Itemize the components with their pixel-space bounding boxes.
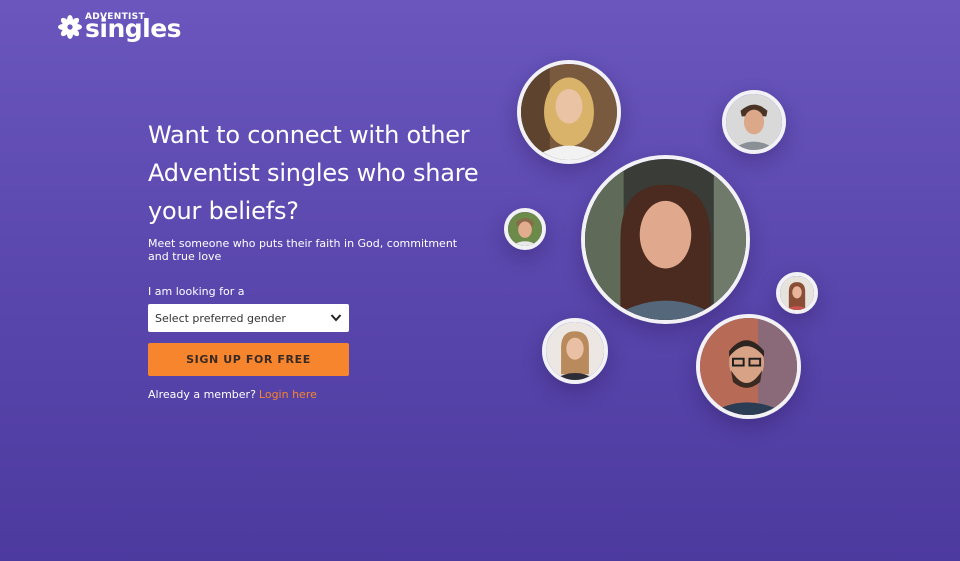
- member-photo-2: [722, 90, 786, 154]
- member-photo-6: [542, 318, 608, 384]
- member-photo-7: [696, 314, 801, 419]
- gender-select-value: Select preferred gender: [155, 311, 286, 325]
- member-photo-1: [517, 60, 621, 164]
- site-logo[interactable]: ADVENTIST singles: [58, 12, 205, 42]
- logo-main-text: singles: [85, 14, 182, 43]
- logo-wordmark: ADVENTIST singles: [85, 12, 205, 42]
- member-photo-5: [776, 272, 818, 314]
- gender-select[interactable]: Select preferred gender: [148, 304, 349, 332]
- headline-line-3: your beliefs?: [148, 197, 299, 225]
- member-photo-3: [581, 155, 750, 324]
- headline-line-1: Want to connect with other: [148, 121, 470, 149]
- headline: Want to connect with other Adventist sin…: [148, 116, 488, 230]
- hero-subtext: Meet someone who puts their faith in God…: [148, 237, 458, 263]
- headline-line-2: Adventist singles who share: [148, 159, 479, 187]
- member-row: Already a member? Login here: [148, 388, 488, 401]
- chevron-down-icon: [330, 313, 342, 323]
- member-photo-4: [504, 208, 546, 250]
- login-link[interactable]: Login here: [259, 388, 317, 401]
- flower-logo-icon: [58, 15, 82, 39]
- signup-button[interactable]: SIGN UP FOR FREE: [148, 343, 349, 376]
- hero-section: Want to connect with other Adventist sin…: [148, 116, 488, 401]
- gender-select-label: I am looking for a: [148, 285, 245, 298]
- member-text: Already a member?: [148, 388, 256, 401]
